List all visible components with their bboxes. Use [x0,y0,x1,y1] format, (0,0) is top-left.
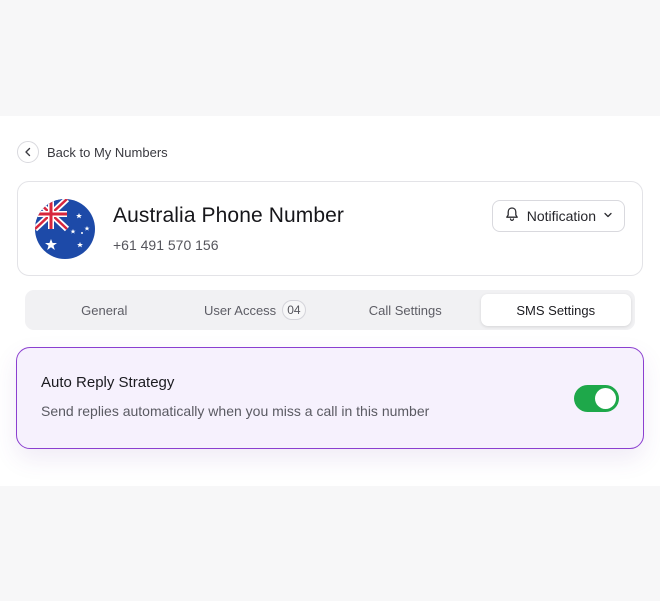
tab-user-access-label: User Access [203,302,277,318]
notification-label: Notification [526,208,596,224]
user-count-badge: 04 [282,300,306,320]
auto-reply-strategy-card: Auto Reply Strategy Send replies automat… [16,347,644,449]
tab-call-settings-label: Call Settings [368,302,442,318]
back-link-label: Back to My Numbers [47,144,168,160]
tab-general[interactable]: General [29,294,180,326]
tab-sms-settings[interactable]: SMS Settings [480,294,631,326]
tab-user-access[interactable]: User Access 04 [180,294,331,326]
auto-reply-toggle[interactable] [574,385,619,412]
settings-tabs: General User Access 04 Call Settings SMS… [25,290,635,330]
tab-sms-settings-label: SMS Settings [516,302,596,318]
phone-number: +61 491 570 156 [113,237,219,253]
tab-general-label: General [81,302,128,318]
back-to-numbers-link[interactable]: Back to My Numbers [17,140,168,164]
number-card: Australia Phone Number +61 491 570 156 N… [17,181,643,276]
chevron-left-icon [17,141,39,163]
notification-dropdown[interactable]: Notification [491,200,625,232]
app-frame: Back to My Numbers Australia Phone Numbe… [0,0,660,601]
auto-reply-title: Auto Reply Strategy [41,374,175,391]
chevron-down-icon [603,207,613,225]
toggle-knob [595,388,616,409]
number-title: Australia Phone Number [113,204,344,227]
auto-reply-description: Send replies automatically when you miss… [41,403,430,419]
australia-flag-icon [35,199,95,259]
bell-icon [504,206,520,227]
tab-call-settings[interactable]: Call Settings [330,294,481,326]
